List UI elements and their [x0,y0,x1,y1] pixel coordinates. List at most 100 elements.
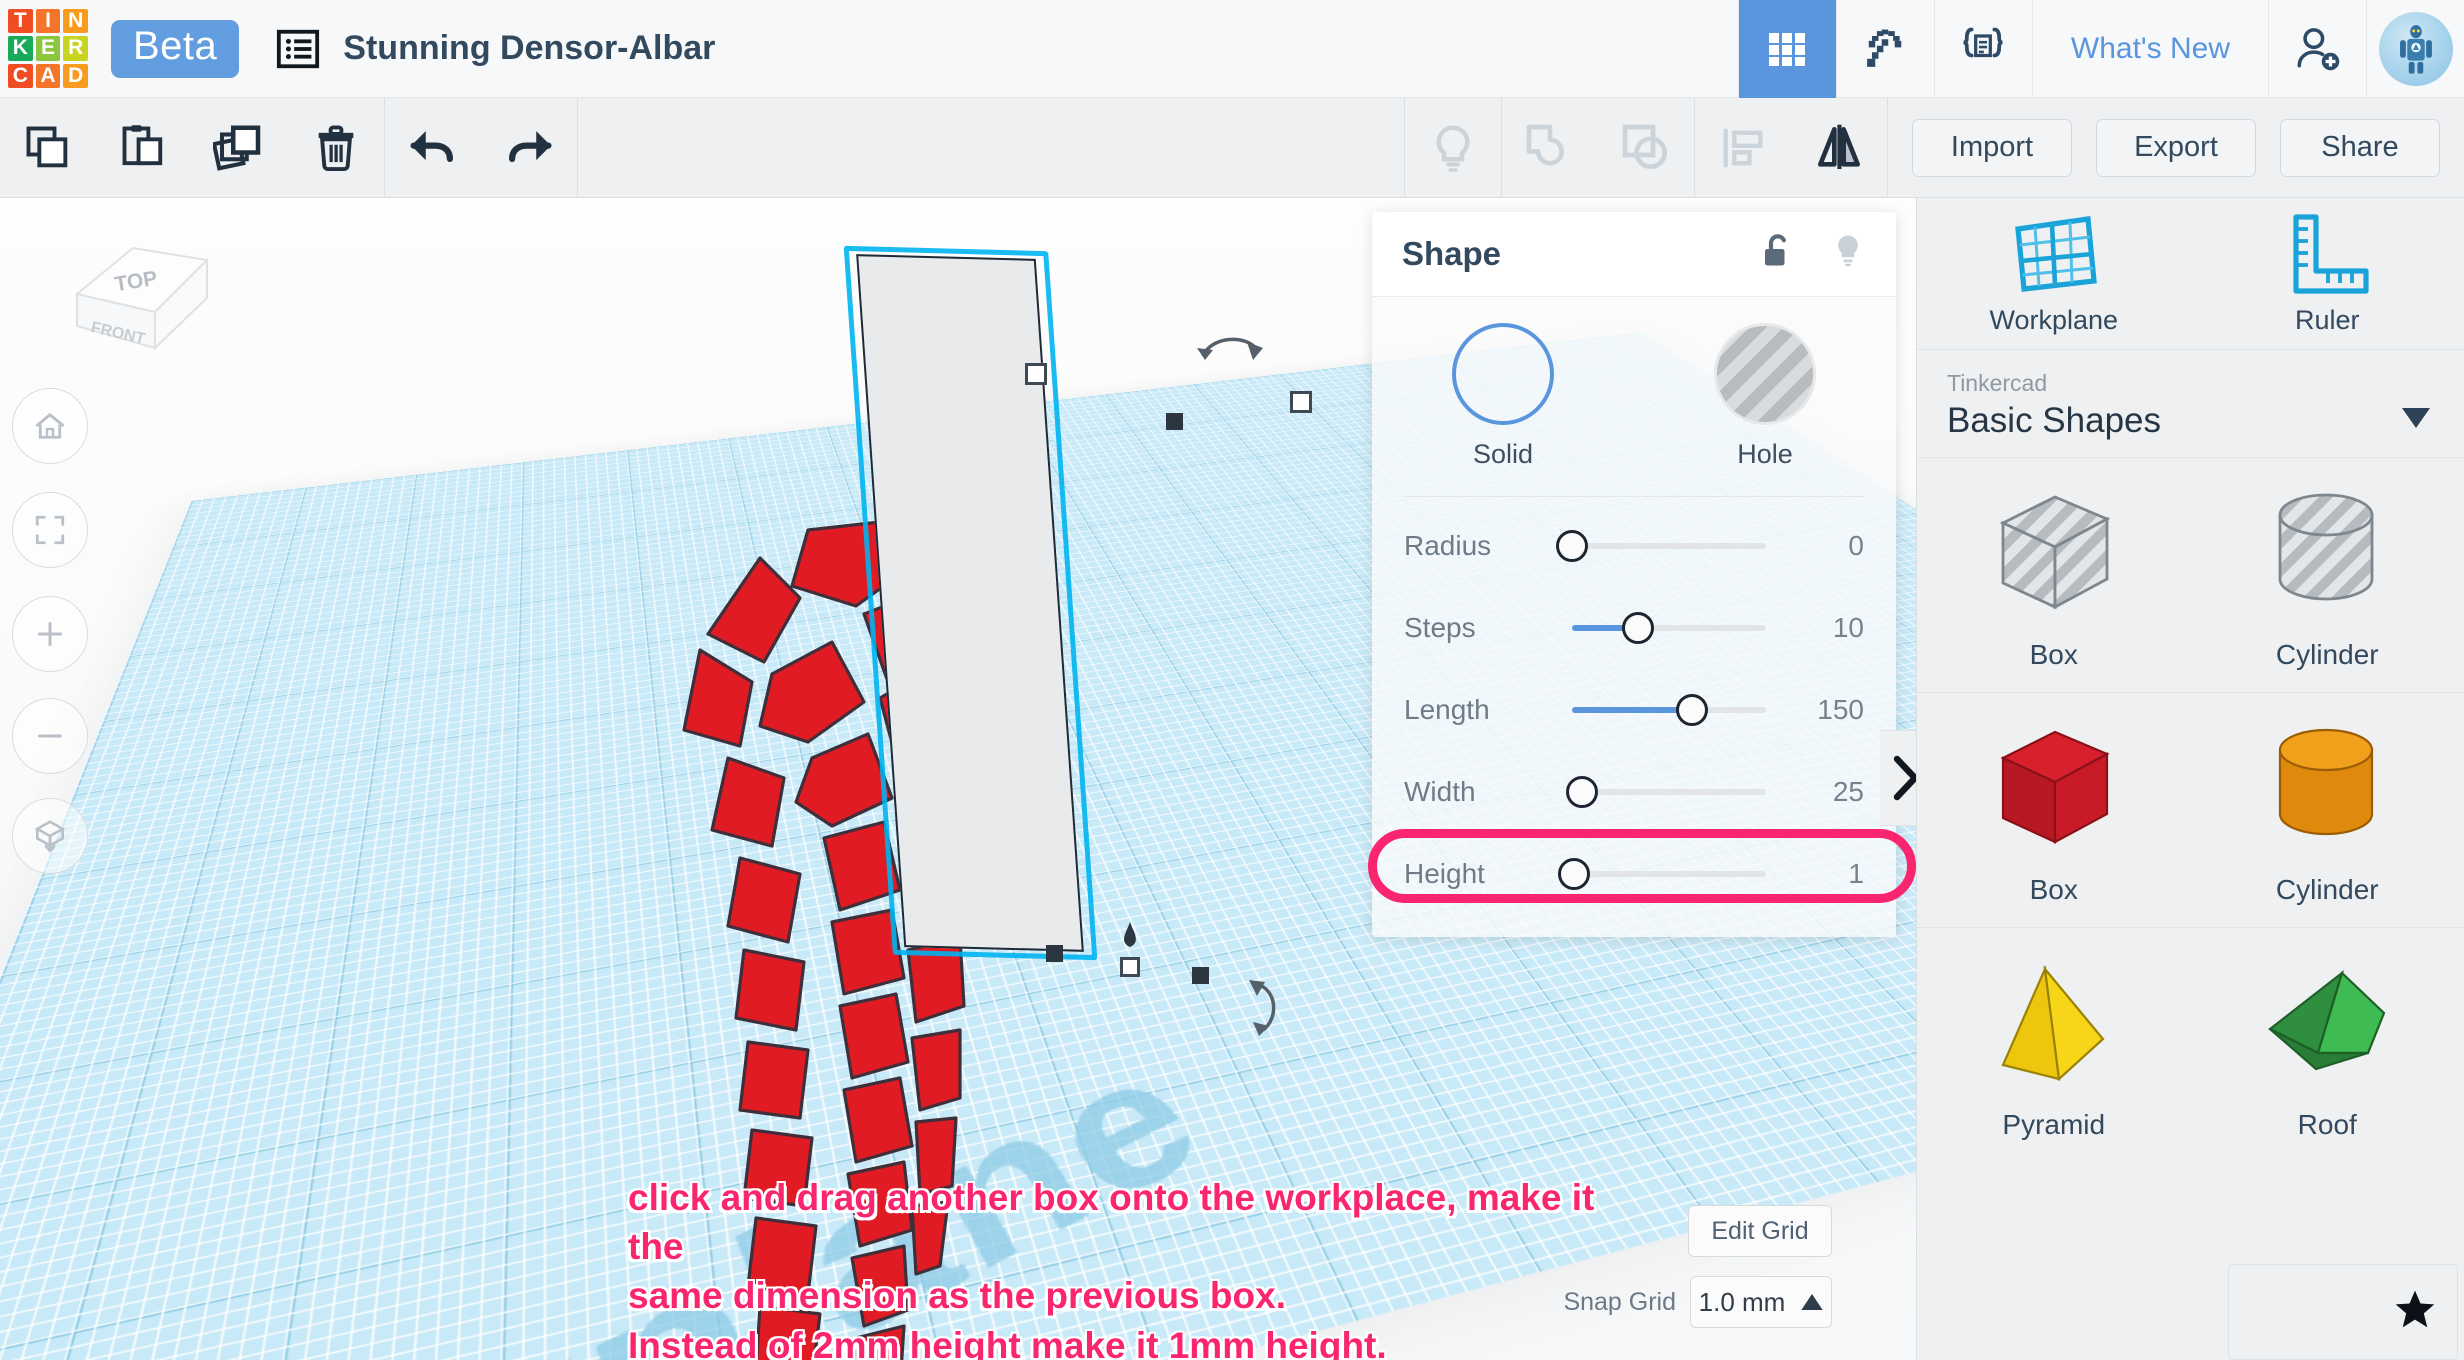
undo-button[interactable] [385,98,481,198]
sidebar-tool-ruler[interactable]: Ruler [2191,198,2464,349]
slider-fill [1572,707,1693,713]
mirror-button[interactable] [1791,98,1887,198]
paste-button[interactable] [96,98,192,198]
ortho-view-icon [34,820,66,853]
slider-row-steps[interactable]: Steps 10 [1372,587,1896,669]
shape-mode-hole[interactable]: Hole [1634,323,1896,470]
whats-new-link[interactable]: What's New [2031,0,2268,98]
shape-item-roof[interactable]: Roof [2190,927,2464,1162]
duplicate-button[interactable] [192,98,288,198]
ortho-view-button[interactable] [12,798,88,874]
resize-handle-edge[interactable] [1166,413,1183,430]
slider-track-height[interactable] [1557,858,1766,890]
sidebar-tool-workplane[interactable]: Workplane [1917,198,2191,349]
delete-icon [318,124,354,171]
document-title[interactable]: Stunning Densor-Albar [343,29,715,68]
slider-row-radius[interactable]: Radius 0 [1372,505,1896,587]
slider-label-steps: Steps [1404,612,1476,643]
shapes-sidebar: Workplane Ruler Tinkercad Basic Shapes B… [1916,198,2464,1360]
fit-view-button[interactable] [12,492,88,568]
slider-track-width[interactable] [1565,776,1766,808]
copy-button[interactable] [0,98,96,198]
favorites-tile[interactable] [2228,1264,2458,1360]
slider-knob-steps[interactable] [1621,612,1654,644]
align-button[interactable] [1695,98,1791,198]
view-cube[interactable]: TOP FRONT [55,220,225,370]
group-button[interactable] [1502,98,1598,198]
lightbulb-button[interactable] [1405,98,1501,198]
slider-track-steps[interactable] [1572,612,1766,644]
slider-row-width[interactable]: Width 25 [1372,751,1896,833]
slider-label-radius: Radius [1404,530,1492,561]
shape-panel-header-icons [1758,231,1866,278]
unlock-button[interactable] [1758,231,1796,278]
shape-item-box-hole[interactable]: Box [1917,457,2191,692]
group-icon [1526,124,1564,165]
tutorial-annotation: click and drag another box onto the work… [628,1173,1648,1360]
shape-properties-panel: Shape Solid Hole Radius 0 Steps 10 Lengt… [1372,212,1896,937]
copy-icon [26,126,68,167]
paste-icon [122,124,163,165]
gallery-grid-button[interactable] [1737,0,1836,98]
shape-item-cylinder-hole[interactable]: Cylinder [2190,457,2464,692]
sidebar-tools: Workplane Ruler [1917,198,2464,350]
resize-handle-edge[interactable] [1192,967,1209,984]
edit-grid-button[interactable]: Edit Grid [1688,1205,1832,1257]
delete-button[interactable] [288,98,384,198]
slider-row-height[interactable]: Height 1 [1372,833,1896,915]
shape-label-roof: Roof [2297,1109,2357,1140]
avatar-button[interactable] [2366,0,2464,98]
snap-grid-select[interactable]: 1.0 mm [1690,1276,1832,1328]
zoom-out-button[interactable] [12,698,88,774]
shape-sliders: Radius 0 Steps 10 Length 150 Width 25 Height 1 [1372,505,1896,915]
tinkercad-logo[interactable]: TIN KER CAD [3,4,93,94]
star-icon[interactable] [2393,1287,2437,1336]
slider-value-radius: 0 [1848,530,1864,561]
home-view-button[interactable] [12,388,88,464]
slider-knob-radius[interactable] [1556,530,1588,562]
add-user-button[interactable] [2268,0,2366,98]
codeblocks-button[interactable] [1933,0,2032,98]
rotate-handle-top[interactable] [1195,326,1265,370]
annotation-line-2: same dimension as the previous box. [628,1275,1286,1317]
resize-handle-corner[interactable] [1290,391,1312,413]
shape-item-cylinder-orange[interactable]: Cylinder [2190,692,2464,927]
shape-mode-solid[interactable]: Solid [1372,323,1634,470]
slider-label-height: Height [1404,858,1485,889]
slider-track-radius[interactable] [1556,530,1766,562]
slider-track-length[interactable] [1572,694,1766,726]
shape-label-cylinder-hole: Cylinder [2275,639,2379,670]
minecraft-button[interactable] [1835,0,1934,98]
project-list-icon[interactable] [275,26,321,72]
snap-grid-label: Snap Grid [1563,1287,1676,1316]
resize-handle-corner[interactable] [1025,363,1047,385]
zoom-in-button[interactable] [12,596,88,672]
slider-knob-length[interactable] [1676,694,1709,726]
category-caret[interactable] [2402,408,2430,433]
slider-knob-height[interactable] [1557,858,1590,890]
slider-row-length[interactable]: Length 150 [1372,669,1896,751]
redo-icon [508,130,552,162]
shape-category-selector[interactable]: Tinkercad Basic Shapes [1917,350,2464,457]
slider-value-length: 150 [1817,694,1864,725]
avatar [2378,11,2453,86]
share-button[interactable]: Share [2280,118,2440,177]
ungroup-button[interactable] [1598,98,1694,198]
rotate-handle-side[interactable] [1245,978,1291,1038]
shape-item-box-red[interactable]: Box [1917,692,2191,927]
roof-green-icon [2268,970,2386,1071]
logo-tile-t: T [8,8,33,34]
codeblocks-icon [1963,27,2003,57]
redo-button[interactable] [481,98,577,198]
beta-badge[interactable]: Beta [111,19,240,78]
shape-item-pyramid[interactable]: Pyramid [1917,927,2191,1162]
slider-knob-width[interactable] [1565,776,1598,808]
resize-handle-edge[interactable] [1046,945,1063,962]
export-button[interactable]: Export [2096,118,2256,177]
height-handle[interactable] [1120,957,1140,977]
shape-panel-divider [1404,496,1864,497]
import-button[interactable]: Import [1912,118,2072,177]
lightbulb-button-panel[interactable] [1830,231,1866,278]
unlock-icon [1765,233,1786,265]
top-bar-right: What's New [1737,0,2464,98]
